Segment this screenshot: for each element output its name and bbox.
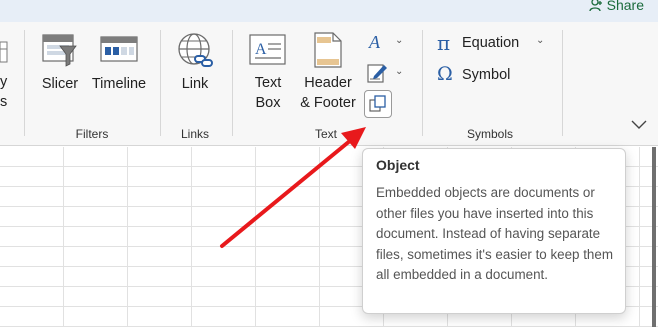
annotation-arrow xyxy=(220,127,366,248)
